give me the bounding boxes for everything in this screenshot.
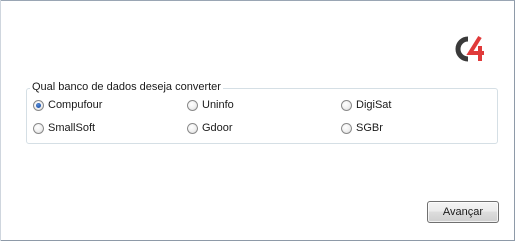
radio-sgbr-label[interactable]: SGBr (356, 121, 383, 135)
radio-uninfo[interactable]: Uninfo (187, 98, 234, 112)
radio-uninfo-label[interactable]: Uninfo (202, 98, 234, 112)
radio-uninfo-circle[interactable] (187, 99, 198, 111)
next-button[interactable]: Avançar (427, 201, 499, 223)
radio-compufour-circle[interactable] (33, 99, 44, 111)
database-groupbox (26, 88, 498, 144)
radio-compufour[interactable]: Compufour (33, 98, 102, 112)
radio-digisat[interactable]: DigiSat (341, 98, 391, 112)
window-left-edge (0, 0, 1, 241)
radio-sgbr[interactable]: SGBr (341, 121, 383, 135)
radio-gdoor-label[interactable]: Gdoor (202, 121, 233, 135)
c4-logo-icon (455, 35, 484, 62)
radio-gdoor[interactable]: Gdoor (187, 121, 233, 135)
radio-smallsoft-circle[interactable] (33, 122, 44, 134)
radio-smallsoft-label[interactable]: SmallSoft (48, 121, 95, 135)
radio-gdoor-circle[interactable] (187, 122, 198, 134)
radio-sgbr-circle[interactable] (341, 122, 352, 134)
radio-smallsoft[interactable]: SmallSoft (33, 121, 95, 135)
radio-digisat-label[interactable]: DigiSat (356, 98, 391, 112)
radio-digisat-circle[interactable] (341, 99, 352, 111)
database-group-legend: Qual banco de dados deseja converter (30, 80, 223, 94)
radio-compufour-label[interactable]: Compufour (48, 98, 102, 112)
